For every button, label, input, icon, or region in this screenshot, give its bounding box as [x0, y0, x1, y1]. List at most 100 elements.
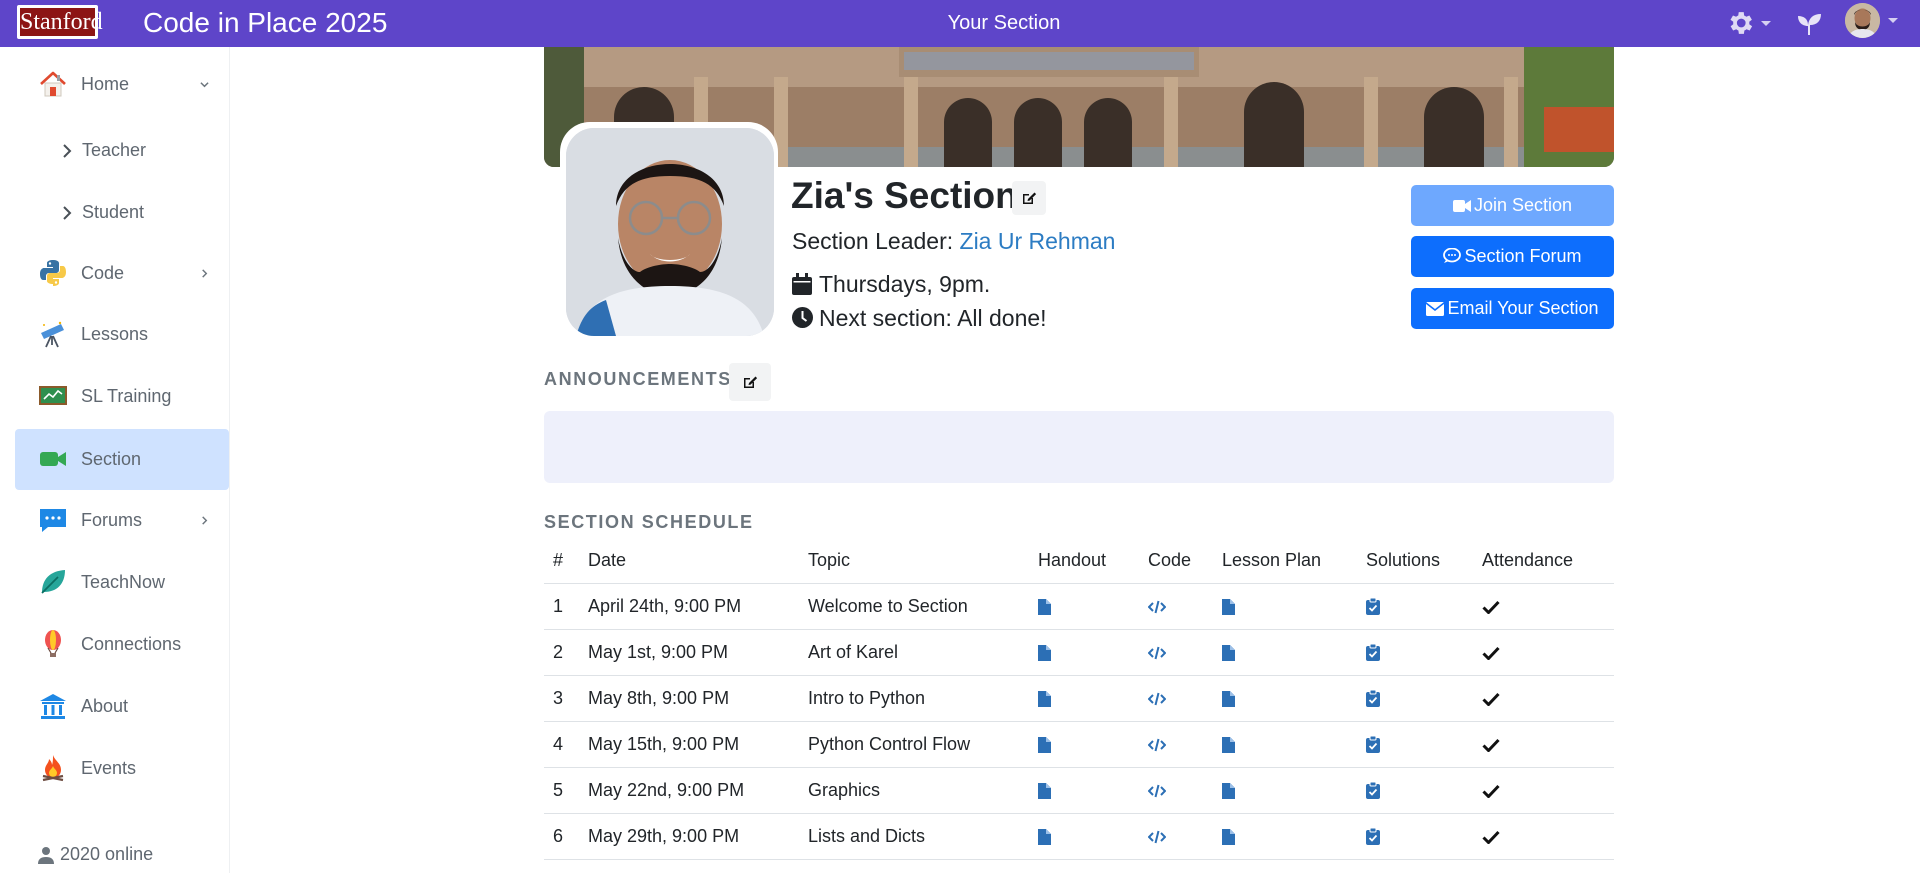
user-icon	[38, 847, 54, 864]
hot-air-balloon-icon	[45, 630, 61, 657]
online-count-text: 2020 online	[60, 844, 154, 864]
sidebar-item-label: Connections	[81, 634, 182, 654]
row-date: April 24th, 9:00 PM	[588, 583, 808, 630]
section-forum-label: Section Forum	[1464, 246, 1582, 266]
section-leader-link[interactable]: Zia Ur Rehman	[960, 228, 1116, 254]
clipboard-check-icon[interactable]	[1366, 644, 1380, 662]
sidebar-item-forums[interactable]: Forums	[15, 490, 229, 551]
file-icon[interactable]	[1038, 736, 1051, 753]
file-icon[interactable]	[1222, 828, 1235, 845]
envelope-icon	[1425, 302, 1445, 316]
clipboard-check-icon[interactable]	[1366, 736, 1380, 754]
sidebar-item-lessons[interactable]: Lessons	[15, 304, 229, 365]
clipboard-check-icon[interactable]	[1366, 782, 1380, 800]
check-icon	[1482, 692, 1500, 706]
calendar-icon	[792, 273, 812, 295]
file-icon[interactable]	[1222, 782, 1235, 799]
settings-caret-icon	[1761, 21, 1771, 26]
sidebar-item-label: Home	[81, 74, 130, 94]
telescope-icon	[41, 321, 64, 348]
check-icon	[1482, 830, 1500, 844]
file-icon[interactable]	[1222, 736, 1235, 753]
column-header: Handout	[1038, 539, 1148, 584]
clock-icon	[792, 307, 813, 328]
check-icon	[1482, 600, 1500, 614]
chevron-right-icon	[63, 144, 72, 158]
row-topic: Graphics	[808, 767, 1038, 814]
announcements-box	[544, 411, 1614, 483]
user-menu-button[interactable]	[1845, 3, 1905, 43]
sidebar-item-teachnow[interactable]: TeachNow	[15, 552, 229, 613]
sidebar-item-student[interactable]: Student	[60, 192, 220, 232]
sidebar-item-label: SL Training	[81, 386, 172, 406]
file-icon[interactable]	[1038, 644, 1051, 661]
sidebar-item-connections[interactable]: Connections	[15, 614, 229, 675]
python-icon	[40, 260, 66, 286]
leaf-icon	[41, 570, 65, 594]
sidebar-item-label: TeachNow	[81, 572, 166, 592]
row-number: 3	[544, 675, 588, 722]
sidebar-item-home[interactable]: Home	[15, 54, 229, 115]
sidebar-item-section[interactable]: Section	[15, 429, 229, 490]
section-leader-photo	[566, 128, 774, 336]
section-forum-button[interactable]: Section Forum	[1411, 236, 1614, 277]
table-row: 2 May 1st, 9:00 PM Art of Karel	[544, 629, 1614, 676]
meeting-time-text: Thursdays, 9pm.	[819, 271, 991, 297]
file-icon[interactable]	[1222, 690, 1235, 707]
clipboard-check-icon[interactable]	[1366, 828, 1380, 846]
code-icon[interactable]	[1148, 646, 1166, 660]
code-icon[interactable]	[1148, 738, 1166, 752]
sidebar-item-about[interactable]: About	[15, 676, 229, 737]
file-icon[interactable]	[1222, 644, 1235, 661]
chevron-right-icon	[63, 206, 72, 220]
code-icon[interactable]	[1148, 784, 1166, 798]
code-icon[interactable]	[1148, 692, 1166, 706]
row-topic: Art of Karel	[808, 629, 1038, 676]
next-section-text: Next section: All done!	[819, 305, 1047, 331]
sidebar-item-teacher[interactable]: Teacher	[60, 130, 220, 170]
sprout-icon[interactable]	[1793, 7, 1825, 39]
section-leader-prefix: Section Leader:	[792, 228, 960, 254]
video-camera-icon	[1452, 200, 1471, 212]
file-icon[interactable]	[1038, 690, 1051, 707]
file-icon[interactable]	[1038, 782, 1051, 799]
file-icon[interactable]	[1222, 598, 1235, 615]
settings-menu-button[interactable]	[1725, 8, 1775, 38]
file-icon[interactable]	[1038, 828, 1051, 845]
join-section-button[interactable]: Join Section	[1411, 185, 1614, 226]
sidebar-item-events[interactable]: Events	[15, 738, 229, 799]
edit-section-title-button[interactable]	[1012, 181, 1046, 215]
row-date: May 8th, 9:00 PM	[588, 675, 808, 722]
table-row: 6 May 29th, 9:00 PM Lists and Dicts	[544, 813, 1614, 860]
sidebar-item-label: Events	[81, 758, 137, 778]
row-number: 4	[544, 721, 588, 768]
column-header: #	[544, 539, 588, 584]
user-menu-caret-icon	[1888, 18, 1898, 23]
campfire-icon	[42, 755, 64, 782]
table-row: 4 May 15th, 9:00 PM Python Control Flow	[544, 721, 1614, 768]
row-number: 5	[544, 767, 588, 814]
clipboard-check-icon[interactable]	[1366, 598, 1380, 616]
sidebar-item-label: Teacher	[82, 140, 147, 160]
top-navbar: Stanford Code in Place 2025 Your Section	[0, 0, 1920, 47]
sidebar-item-sl-training[interactable]: SL Training	[15, 366, 229, 427]
sidebar-item-label: Code	[81, 263, 125, 283]
row-number: 6	[544, 813, 588, 860]
join-section-label: Join Section	[1473, 195, 1573, 215]
announcements-heading: ANNOUNCEMENTS	[544, 369, 732, 389]
sidebar-item-code[interactable]: Code	[15, 243, 229, 304]
file-icon[interactable]	[1038, 598, 1051, 615]
row-topic: Intro to Python	[808, 675, 1038, 722]
sidebar-item-label: Lessons	[81, 324, 149, 344]
email-section-button[interactable]: Email Your Section	[1411, 288, 1614, 329]
column-header: Topic	[808, 539, 1038, 584]
row-topic: Python Control Flow	[808, 721, 1038, 768]
code-icon[interactable]	[1148, 830, 1166, 844]
code-icon[interactable]	[1148, 600, 1166, 614]
page-title: Your Section	[947, 12, 1061, 34]
clipboard-check-icon[interactable]	[1366, 690, 1380, 708]
row-topic: Welcome to Section	[808, 583, 1038, 630]
edit-announcements-button[interactable]	[729, 363, 771, 401]
sidebar: Home Teacher Student Code Lessons SL Tra…	[0, 47, 230, 873]
sidebar-item-label: Forums	[81, 510, 143, 530]
